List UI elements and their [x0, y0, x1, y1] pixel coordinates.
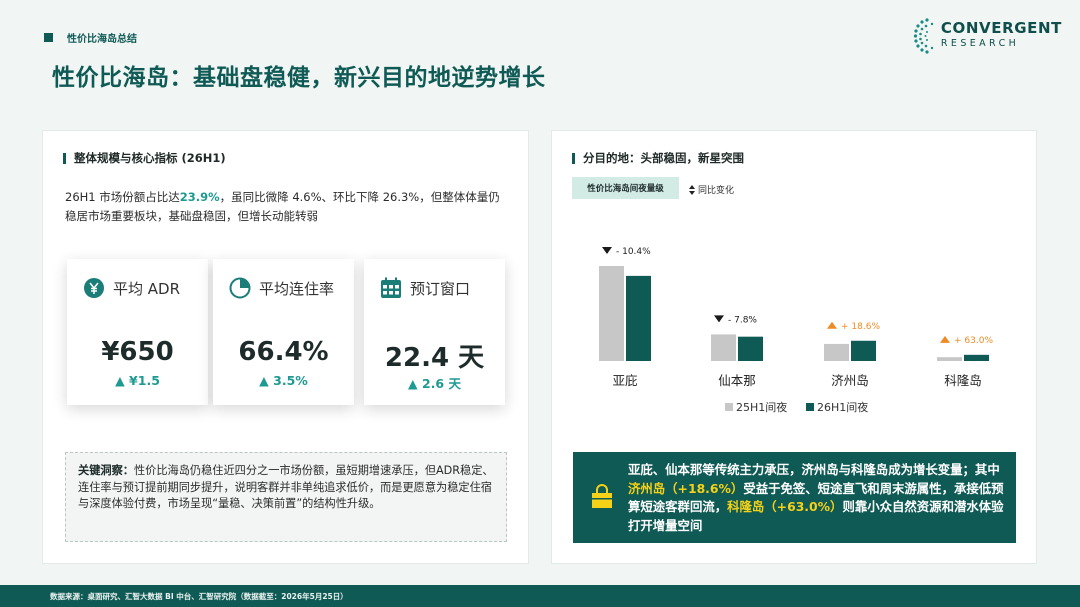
summary-prefix: 26H1 市场份额占比达 [65, 190, 180, 204]
category-label: 科隆岛 [944, 373, 982, 388]
callout-highlight-jeju: 济州岛（+18.6%） [628, 480, 744, 496]
destination-bar-chart: - 10.4% 亚庇 - 7.8% 仙本那 + 18.6% 济州岛 + 63.0% 科隆岛 25… [599, 247, 993, 414]
metric-head: 平均 ADR [83, 277, 180, 299]
metric-card-adr: 平均 ADR ¥650 ▲ ¥1.5 [67, 259, 208, 405]
change-label: - 7.8% [728, 315, 757, 325]
change-label: - 10.4% [616, 247, 651, 257]
metric-card-stay-rate: 平均连住率 66.4% ▲ 3.5% [213, 259, 354, 405]
down-triangle-icon [602, 247, 612, 254]
overview-title: 整体规模与核心指标 (26H1) [74, 151, 226, 165]
insight-label: 关键洞察： [78, 464, 134, 477]
metric-card-booking-window: 预订窗口 22.4 天 ▲ 2.6 天 [364, 259, 505, 405]
page-title: 性价比海岛：基础盘稳健，新兴目的地逆势增长 [52, 65, 546, 91]
legend-label-26h1: 26H1间夜 [817, 400, 868, 414]
category-label: 仙本那 [718, 373, 756, 388]
insight-text: 性价比海岛仍稳住近四分之一市场份额，虽短期增速承压，但ADR稳定、连住率与预订提… [78, 464, 494, 510]
category-label: 济州岛 [831, 373, 869, 388]
category-label: 亚庇 [612, 373, 637, 388]
metric-delta: ▲ ¥1.5 [115, 373, 160, 388]
brand-dots-icon [913, 18, 934, 54]
legend-swatch-25h1 [725, 403, 733, 411]
summary-highlight: 23.9% [179, 190, 220, 204]
up-triangle-icon [940, 335, 950, 343]
bar-26h1 [964, 354, 989, 361]
metric-label: 预订窗口 [410, 279, 471, 298]
callout-line-a: 亚庇、仙本那等传统主力承压，济州岛与科隆岛成为增长变量；其中 [628, 462, 1000, 477]
bar-25h1 [824, 343, 849, 361]
change-label: + 63.0% [954, 336, 993, 346]
legend-label-25h1: 25H1间夜 [736, 400, 787, 414]
metric-delta: ▲ 2.6 天 [408, 376, 461, 391]
up-triangle-icon [827, 321, 837, 329]
overview-header: 整体规模与核心指标 (26H1) [63, 150, 226, 166]
brand-text: CONVERGENT RESEARCH [941, 21, 1062, 49]
overview-card: 整体规模与核心指标 (26H1) 26H1 市场份额占比达23.9%，虽同比微降… [42, 130, 529, 564]
metric-delta: ▲ 3.5% [259, 373, 308, 388]
bar-25h1 [711, 334, 736, 361]
section-bar [63, 152, 66, 164]
footer-source: 数据来源：桌面研究、汇智大数据 BI 中台、汇智研究院（数据截至：2026年5月… [50, 591, 348, 601]
destination-card: 分目的地：头部稳固，新星突围 性价比海岛间夜量级 同比变化 - 10.4% 亚庇 -… [551, 130, 1037, 564]
change-label: + 18.6% [841, 322, 880, 332]
bar-26h1 [738, 336, 763, 361]
yen-circle-icon [84, 278, 104, 298]
shopping-bag-icon [592, 484, 612, 508]
brand-name: CONVERGENT [940, 19, 1062, 38]
brand-sub: RESEARCH [940, 38, 1020, 50]
metric-value: 22.4 天 [384, 343, 485, 373]
metric-label: 平均连住率 [259, 279, 335, 298]
brand-logo: CONVERGENT RESEARCH [913, 16, 1062, 54]
metric-value: 66.4% [238, 337, 329, 367]
calendar-icon [381, 277, 401, 298]
metric-label: 平均 ADR [113, 279, 181, 298]
metric-head: 平均连住率 [229, 277, 334, 299]
bar-25h1 [599, 266, 624, 361]
overview-summary: 26H1 市场份额占比达23.9%，虽同比微降 4.6%、环比下降 26.3%，… [65, 188, 505, 226]
bar-25h1 [937, 357, 962, 361]
tag-text: 性价比海岛总结 [67, 34, 137, 45]
key-insight-box: 关键洞察：性价比海岛仍稳住近四分之一市场份额，虽短期增速承压，但ADR稳定、连住… [65, 452, 507, 542]
section-tag: 性价比海岛总结 [44, 30, 137, 45]
metric-value: ¥650 [101, 337, 174, 367]
pie-chart-icon [229, 277, 251, 299]
tag-square [44, 33, 53, 42]
footer-bar: 数据来源：桌面研究、汇智大数据 BI 中台、汇智研究院（数据截至：2026年5月… [0, 585, 1080, 607]
conclusion-callout: 亚庇、仙本那等传统主力承压，济州岛与科隆岛成为增长变量；其中济州岛（+18.6%… [573, 452, 1016, 543]
legend-swatch-26h1 [806, 403, 814, 411]
down-triangle-icon [714, 315, 724, 323]
callout-text: 亚庇、仙本那等传统主力承压，济州岛与科隆岛成为增长变量；其中济州岛（+18.6%… [628, 461, 1006, 535]
bar-26h1 [851, 340, 876, 361]
bar-26h1 [626, 275, 651, 361]
callout-highlight-coron: 科隆岛（+63.0%） [727, 499, 843, 514]
metric-head: 预订窗口 [380, 277, 470, 299]
